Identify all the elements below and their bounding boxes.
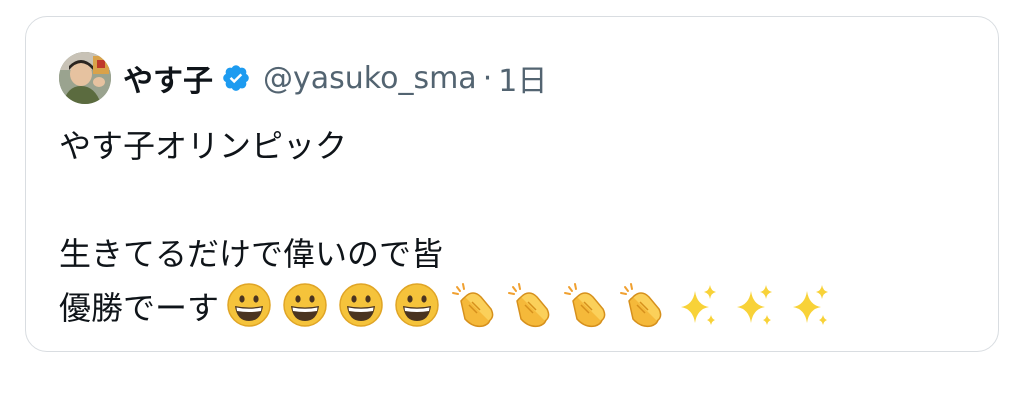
timestamp[interactable]: 1日 xyxy=(498,56,547,100)
clapping-hands-icon xyxy=(617,281,665,329)
user-handle[interactable]: @yasuko_sma xyxy=(263,61,477,96)
grinning-face-icon xyxy=(393,281,441,329)
clapping-hands-icon xyxy=(561,281,609,329)
grinning-face-icon xyxy=(337,281,385,329)
verified-badge-icon xyxy=(221,63,251,93)
sparkles-icon xyxy=(729,281,777,329)
sparkles-icon xyxy=(673,281,721,329)
sparkles-icon xyxy=(785,281,833,329)
tweet-text-line xyxy=(59,173,979,227)
clapping-hands-icon xyxy=(505,281,553,329)
avatar[interactable] xyxy=(59,52,111,104)
tweet-text-line: やす子オリンピック xyxy=(59,127,348,165)
clapping-hands-icon xyxy=(449,281,497,329)
tweet-header: やす子 @yasuko_sma · 1日 xyxy=(59,50,547,106)
tweet-text-line-with-emoji: 優勝でーす xyxy=(59,281,979,335)
tweet-text-segment: 優勝でーす xyxy=(59,289,220,327)
tweet-card[interactable]: やす子 @yasuko_sma · 1日 やす子オリンピック 生きてるだけで偉い… xyxy=(25,16,999,352)
display-name[interactable]: やす子 xyxy=(123,56,213,100)
tweet-text: やす子オリンピック 生きてるだけで偉いので皆 優勝でーす xyxy=(59,119,979,335)
tweet-text-line: 生きてるだけで偉いので皆 xyxy=(59,235,444,273)
separator-dot: · xyxy=(482,60,493,96)
grinning-face-icon xyxy=(225,281,273,329)
grinning-face-icon xyxy=(281,281,329,329)
